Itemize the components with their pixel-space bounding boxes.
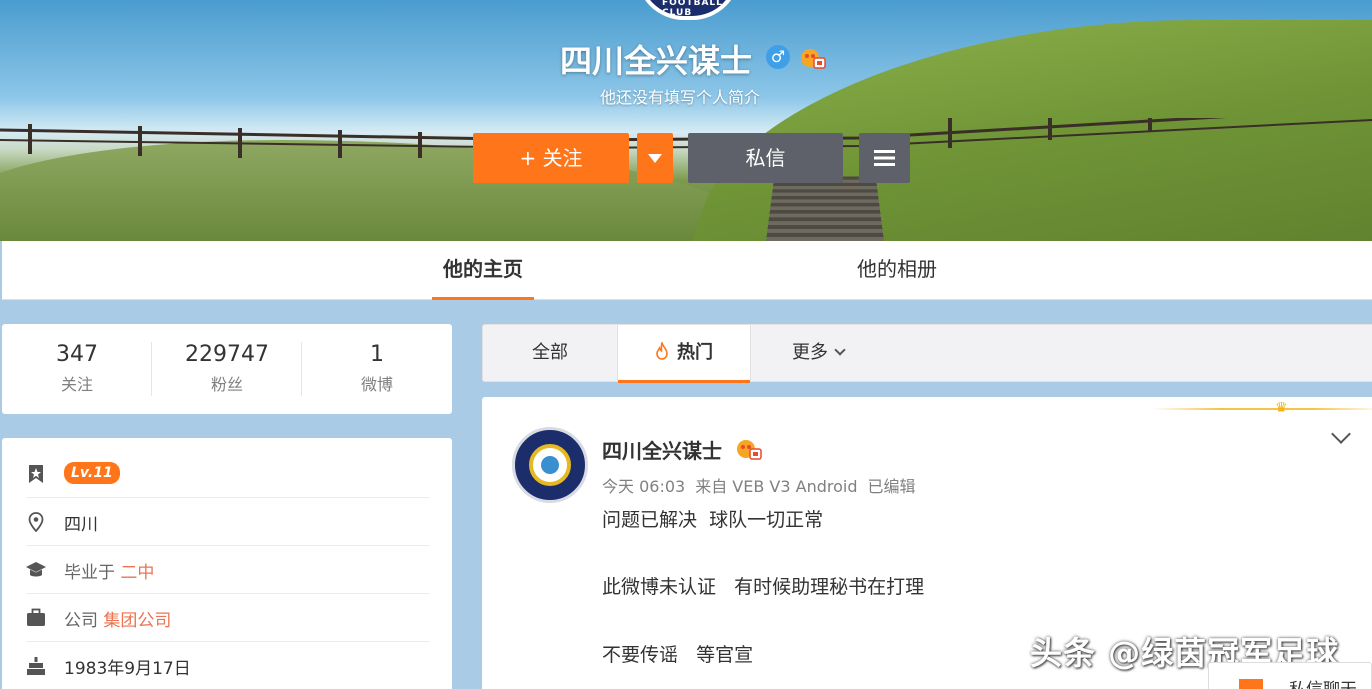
stat-posts[interactable]: 1 微博: [302, 342, 452, 395]
post-text-line: 不要传谣 等官宣: [602, 644, 754, 666]
stat-following-label: 关注: [60, 375, 93, 394]
feed-tab-all[interactable]: 全部: [483, 325, 617, 382]
location-pin-icon: [28, 512, 44, 532]
stat-followers-count: 229747: [185, 342, 269, 367]
crown-decoration-line: [1152, 408, 1372, 410]
cover-fence: [0, 118, 1372, 158]
post-time[interactable]: 今天 06:03: [602, 477, 685, 496]
school-prefix: 毕业于: [64, 563, 115, 583]
male-icon: ♂: [766, 45, 790, 69]
bookmark-star-icon: [29, 465, 43, 483]
tab-album[interactable]: 他的相册: [857, 241, 937, 300]
feed-tab-hot[interactable]: 热门: [617, 325, 751, 383]
post-meta: 今天 06:03 来自 VEB V3 Android 已编辑: [602, 473, 926, 497]
menu-icon: [874, 150, 895, 166]
post-edited[interactable]: 已编辑: [867, 477, 915, 496]
vip-icon: [801, 49, 826, 69]
briefcase-icon: [27, 608, 45, 626]
info-location: 四川: [26, 498, 430, 546]
stat-posts-label: 微博: [360, 375, 393, 394]
post-author[interactable]: 四川全兴谋士: [602, 435, 722, 464]
chevron-down-icon[interactable]: [1331, 424, 1351, 444]
chevron-down-icon: [834, 344, 846, 356]
info-school: 毕业于 二中: [26, 546, 430, 594]
tab-home[interactable]: 他的主页: [432, 241, 534, 300]
envelope-icon: [1239, 679, 1263, 689]
info-company: 公司 集团公司: [26, 594, 430, 642]
feed-tab-more[interactable]: 更多: [773, 325, 863, 382]
birthday-cake-icon: [27, 657, 45, 675]
info-card: Lv.11 四川 毕业于 二中 公司 集团公司 1983年9月17日: [2, 438, 452, 689]
message-button[interactable]: 私信: [688, 133, 843, 183]
feed-tabs: 全部 热门 更多: [482, 324, 1372, 383]
vip-icon: [737, 440, 762, 460]
chat-tab-label: 私信聊天: [1289, 675, 1357, 689]
chat-tab[interactable]: 私信聊天: [1208, 662, 1372, 689]
avatar[interactable]: [512, 427, 588, 503]
fire-icon: [656, 342, 668, 360]
crown-icon: ♛: [1275, 400, 1288, 416]
stat-followers-label: 粉丝: [210, 375, 243, 394]
feed-tab-hot-label: 热门: [677, 342, 713, 363]
info-birthday: 1983年9月17日: [26, 642, 430, 689]
post-source: 来自 VEB V3 Android: [695, 477, 858, 496]
more-menu-button[interactable]: [859, 133, 910, 183]
stats-card: 347 关注 229747 粉丝 1 微博: [2, 324, 452, 414]
level-badge[interactable]: Lv.11: [64, 462, 120, 484]
school-link[interactable]: 二中: [120, 563, 154, 583]
chevron-down-icon: [648, 154, 662, 163]
stat-following-count: 347: [56, 342, 98, 367]
follow-options-button[interactable]: [637, 133, 673, 183]
graduation-cap-icon: [26, 562, 46, 577]
company-prefix: 公司: [64, 611, 98, 631]
post-text-line: 此微博未认证 有时候助理秘书在打理: [602, 576, 925, 598]
feed-tab-more-label: 更多: [792, 342, 828, 363]
stat-posts-count: 1: [370, 342, 384, 367]
info-level: Lv.11: [26, 450, 430, 498]
company-link[interactable]: 集团公司: [103, 611, 171, 631]
cover-stairs: [764, 176, 886, 241]
profile-name: 四川全兴谋士: [560, 42, 753, 80]
stat-following[interactable]: 347 关注: [2, 342, 152, 395]
post-text-line: 问题已解决 球队一切正常: [602, 509, 824, 531]
stat-followers[interactable]: 229747 粉丝: [152, 342, 302, 395]
birthday-text: 1983年9月17日: [64, 659, 191, 679]
profile-nav: 他的主页 他的相册: [2, 241, 1372, 300]
follow-button[interactable]: + 关注: [473, 133, 629, 183]
location-text: 四川: [64, 515, 98, 535]
club-logo-text: FOOTBALL CLUB: [662, 0, 723, 18]
profile-bio: 他还没有填写个人简介: [600, 88, 761, 107]
